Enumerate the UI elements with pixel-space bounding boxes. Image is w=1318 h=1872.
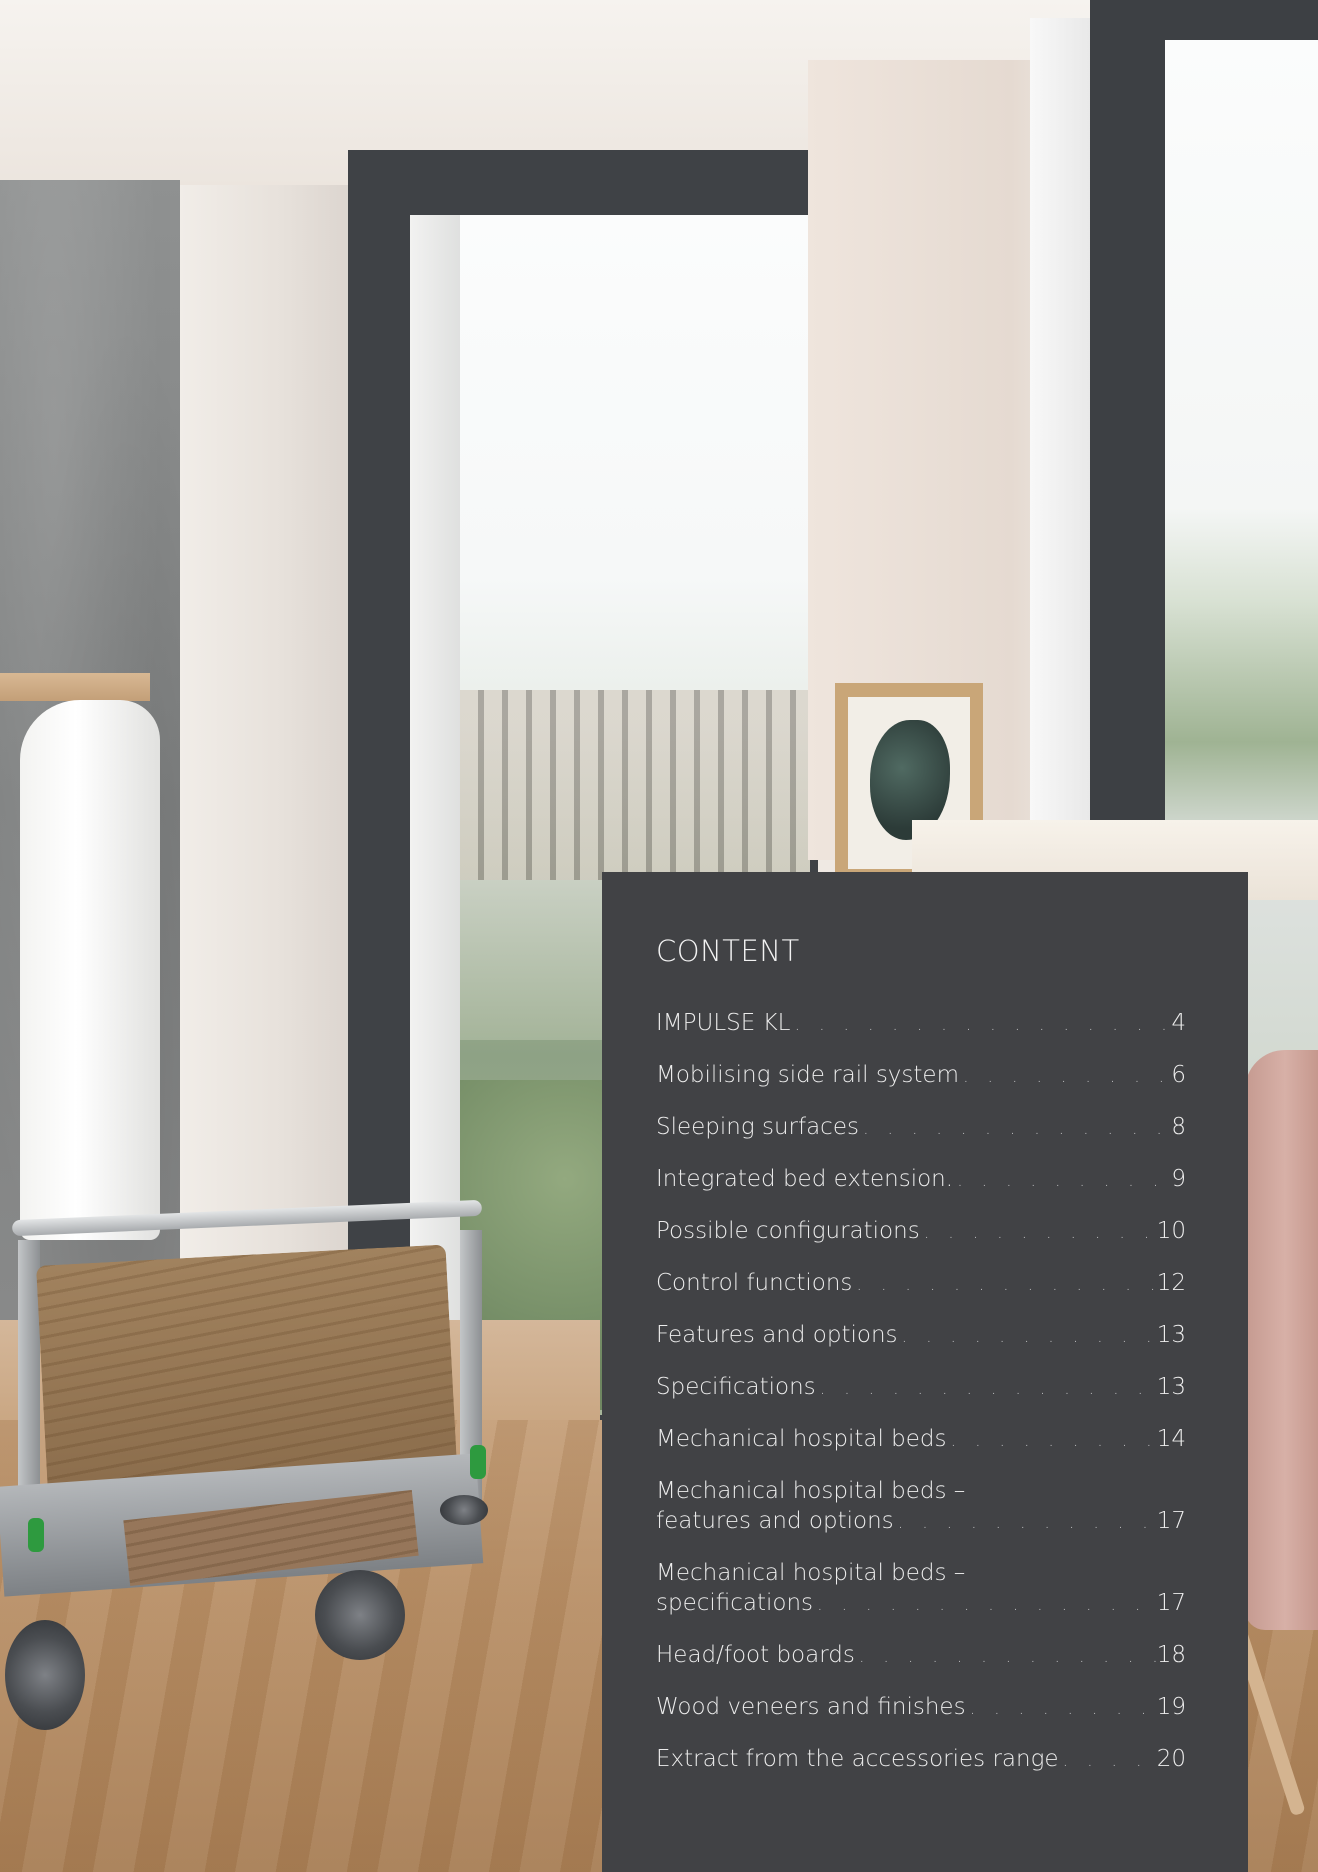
toc-entry-page: 4 (1171, 1010, 1186, 1036)
toc-entry-label-line1: Mechanical hospital beds – (656, 1478, 966, 1504)
toc-entry-label: specifications (656, 1590, 814, 1616)
toc-entry-page: 17 (1156, 1590, 1186, 1616)
bed-wheel (315, 1570, 405, 1660)
armchair (1245, 1050, 1318, 1630)
content-panel: CONTENT IMPULSE KL 4 Mobilising side rai… (602, 872, 1248, 1872)
toc-entry-label: features and options (656, 1508, 894, 1534)
dot-leader (959, 1062, 1171, 1092)
wall-pillar (180, 185, 350, 1325)
toc-entry[interactable]: Specifications 13 (656, 1372, 1186, 1404)
bed-wheel (440, 1495, 488, 1525)
toc-entry[interactable]: IMPULSE KL 4 (656, 1008, 1186, 1040)
toc-entry-label: Mobilising side rail system (656, 1062, 959, 1088)
toc-entry[interactable]: Extract from the accessories range 20 (656, 1744, 1186, 1776)
toc-entry[interactable]: Possible configurations 10 (656, 1216, 1186, 1248)
toc-entry[interactable]: Mechanical hospital beds 14 (656, 1424, 1186, 1456)
dot-leader (816, 1374, 1157, 1404)
dot-leader (966, 1694, 1157, 1724)
dot-leader (859, 1114, 1171, 1144)
dot-leader (791, 1010, 1172, 1040)
toc-entry-page: 20 (1156, 1746, 1186, 1772)
toc-entry-page: 6 (1171, 1062, 1186, 1088)
content-title: CONTENT (656, 934, 800, 968)
window-buildings (460, 690, 810, 890)
bed-lock-clip (470, 1445, 486, 1479)
dot-leader (855, 1642, 1157, 1672)
toc-entry-page: 8 (1171, 1114, 1186, 1140)
toc-entry-label: Control functions (656, 1270, 853, 1296)
toc-entry-page: 12 (1156, 1270, 1186, 1296)
toc-entry[interactable]: Mechanical hospital beds – features and … (656, 1476, 1186, 1538)
toc-entry-page: 13 (1156, 1374, 1186, 1400)
toc-entry[interactable]: Control functions 12 (656, 1268, 1186, 1300)
toc-entry-page: 14 (1156, 1426, 1186, 1452)
toc-entry-label: Integrated bed extension. (656, 1166, 954, 1192)
toc-entry[interactable]: Integrated bed extension. 9 (656, 1164, 1186, 1196)
toc-entry-label: IMPULSE KL (656, 1010, 791, 1036)
dot-leader (947, 1426, 1157, 1456)
toc-entry-label: Wood veneers and finishes (656, 1694, 966, 1720)
toc-entry-page: 17 (1156, 1508, 1186, 1534)
toc-entry-page: 13 (1156, 1322, 1186, 1348)
toc-entry-page: 10 (1156, 1218, 1186, 1244)
table-of-contents: IMPULSE KL 4 Mobilising side rail system… (656, 1008, 1186, 1796)
toc-entry-page: 9 (1171, 1166, 1186, 1192)
toc-entry[interactable]: Mechanical hospital beds – specification… (656, 1558, 1186, 1620)
dot-leader (920, 1218, 1157, 1248)
bed-lock-clip (28, 1518, 44, 1552)
dot-leader (898, 1322, 1157, 1352)
toc-entry-label: Sleeping surfaces (656, 1114, 859, 1140)
toc-entry[interactable]: Head/foot boards 18 (656, 1640, 1186, 1672)
coat-hook-rail (0, 673, 150, 701)
toc-entry[interactable]: Mobilising side rail system 6 (656, 1060, 1186, 1092)
toc-entry-label: Head/foot boards (656, 1642, 855, 1668)
dot-leader (813, 1590, 1157, 1620)
bathrobe (20, 700, 160, 1240)
toc-entry-label: Features and options (656, 1322, 898, 1348)
dot-leader (894, 1508, 1157, 1538)
toc-entry-label: Extract from the accessories range (656, 1746, 1059, 1772)
dot-leader (1059, 1746, 1157, 1776)
toc-entry-page: 19 (1156, 1694, 1186, 1720)
toc-entry[interactable]: Sleeping surfaces 8 (656, 1112, 1186, 1144)
window-reveal (410, 215, 460, 1415)
dot-leader (852, 1270, 1156, 1300)
toc-entry-label: Specifications (656, 1374, 816, 1400)
toc-entry-page: 18 (1156, 1642, 1186, 1668)
toc-entry-label: Mechanical hospital beds (656, 1426, 947, 1452)
bed-wheel (5, 1620, 85, 1730)
toc-entry[interactable]: Features and options 13 (656, 1320, 1186, 1352)
toc-entry[interactable]: Wood veneers and finishes 19 (656, 1692, 1186, 1724)
toc-entry-label: Possible configurations (656, 1218, 920, 1244)
dot-leader (953, 1166, 1171, 1196)
toc-entry-label-line1: Mechanical hospital beds – (656, 1560, 966, 1586)
